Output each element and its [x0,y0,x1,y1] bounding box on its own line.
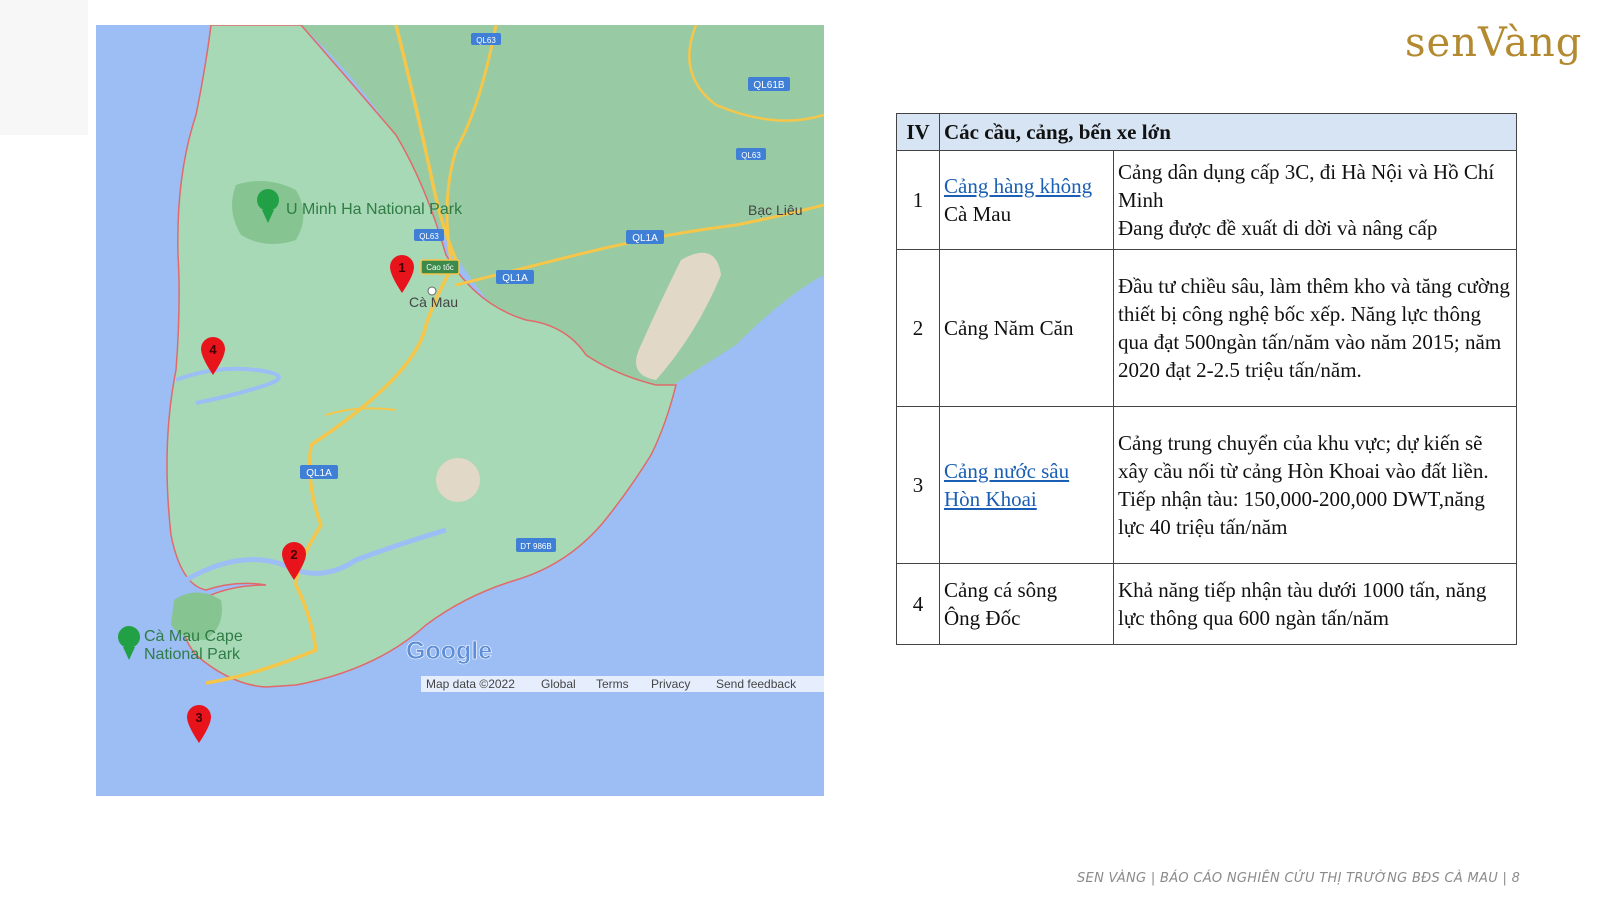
svg-text:QL1A: QL1A [632,233,658,244]
label-cape-1: Cà Mau Cape [144,628,243,645]
row-name-line: Ông Đốc [944,606,1021,630]
row-name: Cảng nước sâu Hòn Khoai [939,406,1114,564]
label-umh: U Minh Ha National Park [286,201,463,218]
airport-link[interactable]: Cảng hàng không [944,174,1092,198]
svg-text:QL1A: QL1A [502,273,528,284]
corner-block [0,0,88,135]
row-num: 2 [896,249,940,407]
row-num: 3 [896,406,940,564]
row-desc: Cảng trung chuyển của khu vực; dự kiến s… [1113,406,1517,564]
row-name-rest: Cà Mau [944,202,1012,226]
table-row: 3 Cảng nước sâu Hòn Khoai Cảng trung chu… [896,406,1517,564]
row-desc-line: Cảng dân dụng cấp 3C, đi Hà Nội và Hồ Ch… [1118,160,1495,212]
attr-privacy[interactable]: Privacy [651,677,690,691]
row-name: Cảng cá sông Ông Đốc [939,563,1114,645]
row-num: 4 [896,563,940,645]
svg-text:1: 1 [398,260,405,275]
svg-text:QL63: QL63 [476,36,496,45]
table-row: 1 Cảng hàng không Cà Mau Cảng dân dụng c… [896,150,1517,250]
shield-ql1a-a: QL1A [626,230,664,244]
shield-ql63-a: QL63 [736,148,766,160]
sand-patch [436,458,480,502]
svg-text:4: 4 [209,342,217,357]
deepsea-port-link[interactable]: Cảng nước sâu [944,459,1069,483]
svg-text:QL63: QL63 [741,151,761,160]
shield-ql61b: QL61B [748,77,790,91]
brand-name: senVàng [1405,20,1583,66]
label-camau: Cà Mau [409,294,458,310]
row-name-line: Cảng cá sông [944,578,1058,602]
attr-feedback[interactable]: Send feedback [716,677,797,691]
svg-text:Cao tốc: Cao tốc [426,263,454,272]
shield-ql63-c: QL63 [471,33,501,45]
brand-logo: senVàng [1405,14,1595,74]
attr-global[interactable]: Global [541,677,576,691]
deepsea-port-link-2[interactable]: Hòn Khoai [944,487,1037,511]
shield-dt986b: DT 986B [516,538,556,552]
map-view[interactable]: U Minh Ha National Park Cà Mau Bạc Liêu … [96,25,824,796]
shield-ql1a-c: QL1A [300,465,338,479]
row-desc: Cảng dân dụng cấp 3C, đi Hà Nội và Hồ Ch… [1113,150,1517,250]
google-logo: Google [406,637,492,665]
shield-caotoc: Cao tốc [420,259,460,275]
header-title: Các cầu, cảng, bến xe lớn [939,113,1517,151]
label-baclieu: Bạc Liêu [748,202,802,218]
row-desc: Khả năng tiếp nhận tàu dưới 1000 tấn, nă… [1113,563,1517,645]
row-num: 1 [896,150,940,250]
table-header-row: IV Các cầu, cảng, bến xe lớn [896,113,1517,151]
map-canvas: U Minh Ha National Park Cà Mau Bạc Liêu … [96,25,824,796]
table-row: 2 Cảng Năm Căn Đầu tư chiều sâu, làm thê… [896,249,1517,407]
row-name: Cảng Năm Căn [939,249,1114,407]
header-num: IV [896,113,940,151]
svg-text:3: 3 [195,710,202,725]
ports-table: IV Các cầu, cảng, bến xe lớn 1 Cảng hàng… [896,113,1517,645]
shield-ql63-b: QL63 [414,229,444,241]
row-name: Cảng hàng không Cà Mau [939,150,1114,250]
svg-text:QL1A: QL1A [306,468,332,479]
page-footer: SEN VÀNG | BÁO CÁO NGHIÊN CỨU THỊ TRƯỜNG… [1077,871,1521,886]
table-row: 4 Cảng cá sông Ông Đốc Khả năng tiếp nhậ… [896,563,1517,645]
attr-terms[interactable]: Terms [596,677,629,691]
shield-ql1a-b: QL1A [496,270,534,284]
svg-text:2: 2 [290,547,297,562]
svg-text:DT 986B: DT 986B [520,542,551,551]
svg-text:QL61B: QL61B [753,80,784,91]
row-desc-line: Đang được đề xuất di dời và nâng cấp [1118,216,1438,240]
label-cape-2: National Park [144,646,241,663]
svg-text:QL63: QL63 [419,232,439,241]
attr-mapdata: Map data ©2022 [426,677,515,691]
row-desc: Đầu tư chiều sâu, làm thêm kho và tăng c… [1113,249,1517,407]
